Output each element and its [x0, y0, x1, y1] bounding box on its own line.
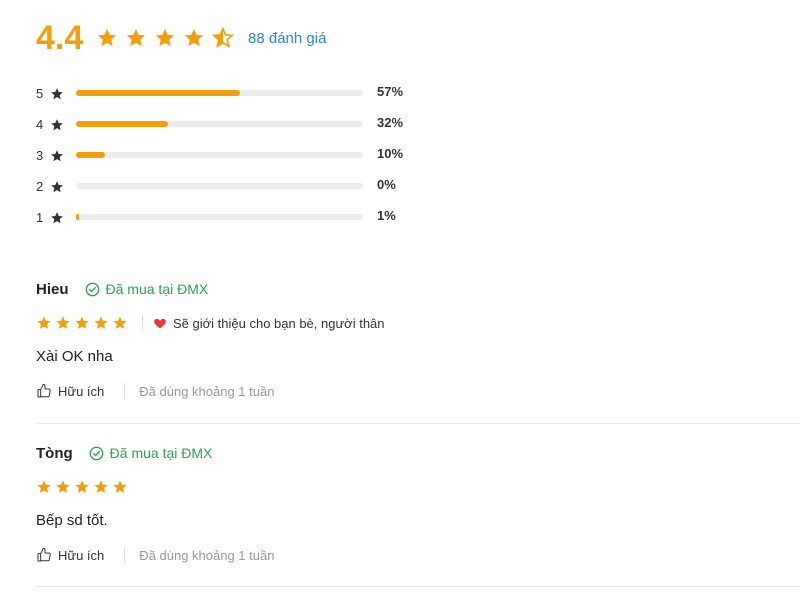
star-icon — [94, 316, 108, 329]
helpful-label: Hữu ích — [58, 383, 105, 399]
helpful-label: Hữu ích — [58, 547, 105, 563]
divider — [124, 383, 126, 399]
review-item: Hieu Đã mua tại ĐMX Sẽ giới thiệu cho bạ… — [36, 279, 800, 401]
heart-icon — [154, 318, 166, 329]
review-divider — [36, 586, 800, 587]
divider — [142, 315, 143, 331]
distribution-bar — [76, 183, 363, 189]
reviewer-name: Tòng — [36, 444, 73, 462]
distribution-percent: 57% — [377, 84, 404, 99]
star-icon — [51, 87, 63, 99]
star-icon — [97, 28, 117, 47]
distribution-row[interactable]: 2 0% — [36, 171, 396, 202]
distribution-bar-fill — [76, 121, 168, 127]
review-content: Xài OK nha — [36, 348, 113, 365]
star-icon — [75, 480, 89, 493]
thumbs-up-icon — [37, 383, 51, 398]
star-icon — [113, 480, 127, 493]
review-divider — [36, 423, 800, 424]
distribution-star-label: 2 — [36, 179, 44, 194]
distribution-bar — [76, 152, 363, 158]
usage-duration: Đã dùng khoảng 1 tuần — [139, 547, 275, 563]
helpful-button[interactable]: Hữu ích — [36, 383, 104, 399]
distribution-percent: 32% — [377, 115, 404, 130]
distribution-row[interactable]: 5 57% — [36, 78, 403, 109]
star-icon — [94, 480, 108, 493]
review-content: Bếp sd tốt. — [36, 512, 108, 529]
recommend-note: Sẽ giới thiệu cho bạn bè, người thân — [153, 316, 385, 331]
half-star-icon — [213, 28, 233, 47]
check-circle-icon — [89, 446, 103, 460]
star-icon — [184, 28, 204, 47]
rating-distribution: 5 57% 4 32% 3 10% 2 0% 1 1% — [36, 78, 403, 233]
star-icon — [75, 316, 89, 329]
distribution-star-label: 4 — [36, 117, 44, 132]
distribution-row[interactable]: 3 10% — [36, 140, 403, 171]
check-circle-icon — [85, 282, 99, 296]
distribution-star-label: 3 — [36, 148, 44, 163]
star-icon — [155, 28, 175, 47]
verified-purchase-badge: Đã mua tại ĐMX — [89, 445, 213, 461]
star-icon — [37, 480, 51, 493]
verified-purchase-badge: Đã mua tại ĐMX — [85, 281, 209, 297]
review-item: Tòng Đã mua tại ĐMX Bếp sd tốt. Hữu ích … — [36, 443, 800, 565]
reviewer-name: Hieu — [36, 280, 69, 298]
star-icon — [113, 316, 127, 329]
review-stars — [36, 479, 128, 495]
divider — [124, 547, 126, 563]
verified-purchase-text: Đã mua tại ĐMX — [105, 281, 209, 297]
helpful-button[interactable]: Hữu ích — [36, 547, 104, 563]
thumbs-up-icon — [37, 547, 51, 562]
star-icon — [51, 211, 63, 223]
distribution-percent: 0% — [377, 177, 396, 192]
verified-purchase-text: Đã mua tại ĐMX — [109, 445, 213, 461]
star-icon — [37, 316, 51, 329]
star-icon — [51, 180, 63, 192]
usage-duration: Đã dùng khoảng 1 tuần — [139, 383, 275, 399]
rating-summary: 4.4 88 đánh giá — [36, 18, 326, 57]
star-icon — [51, 149, 63, 161]
distribution-row[interactable]: 4 32% — [36, 109, 403, 140]
distribution-row[interactable]: 1 1% — [36, 202, 396, 233]
star-icon — [56, 316, 70, 329]
distribution-percent: 10% — [377, 146, 404, 161]
distribution-bar-fill — [76, 152, 105, 158]
recommend-text: Sẽ giới thiệu cho bạn bè, người thân — [173, 315, 385, 331]
distribution-bar-fill — [76, 90, 240, 96]
star-icon — [126, 28, 146, 47]
distribution-bar-fill — [76, 214, 79, 220]
average-rating: 4.4 — [36, 18, 84, 57]
distribution-star-label: 1 — [36, 210, 44, 225]
distribution-bar — [76, 90, 363, 96]
review-stars — [36, 315, 128, 331]
star-icon — [51, 118, 63, 130]
distribution-star-label: 5 — [36, 86, 44, 101]
review-count-link[interactable]: 88 đánh giá — [248, 30, 326, 47]
distribution-bar — [76, 121, 363, 127]
star-icon — [56, 480, 70, 493]
average-stars — [96, 27, 234, 49]
distribution-percent: 1% — [377, 208, 396, 223]
distribution-bar — [76, 214, 363, 220]
